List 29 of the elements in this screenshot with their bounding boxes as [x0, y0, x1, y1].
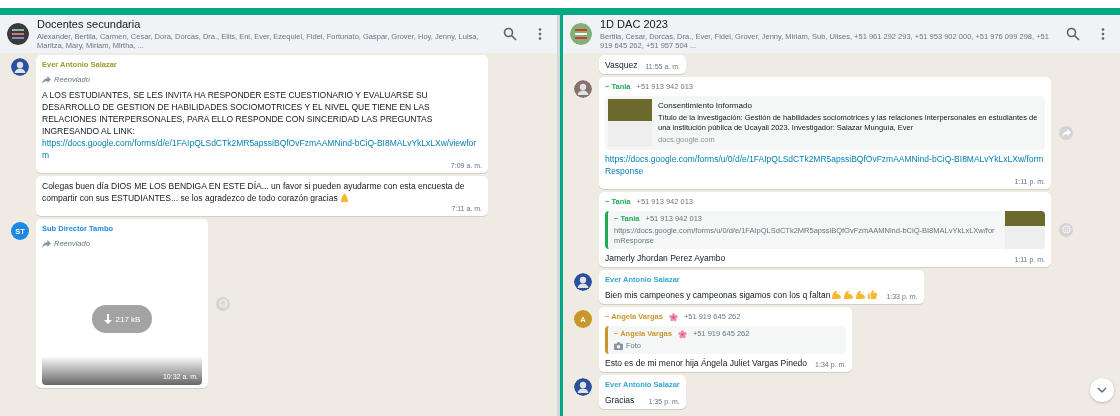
message-text: Esto es de mi menor hija Ángela Juliet Vargas Pinedo [605, 357, 808, 369]
preview-title: Consentimiento Informado [658, 101, 753, 111]
chevron-down-icon [1097, 387, 1107, 393]
praying-hands-icon [338, 192, 350, 203]
message-link[interactable]: https://docs.google.com/forms/d/e/1FAIpQLSdCTk2MR5apssiBQfOvFzmAAMNind-bCiQ-BI8MALvYkLxLXw/viewform [42, 137, 482, 161]
link-preview[interactable] [605, 96, 1045, 150]
thumbs-up-icon [867, 289, 879, 300]
download-icon [103, 314, 112, 324]
message-text: Colegas buen día DIOS ME LOS BENDIGA EN ESTE DÍA... un favor si pueden ayudarme con esta encuesta de compartir con sus ESTUDIANTES... se los agradezco de todo corazón gracias [42, 180, 466, 204]
group-avatar[interactable] [7, 23, 29, 45]
forwarded-icon [42, 76, 51, 84]
message-text: Bien mis campeones y campeonas sigamos con los q faltan [605, 289, 879, 301]
chat-title[interactable]: Docentes secundaria [37, 18, 487, 30]
message-text: Gracias [605, 394, 635, 406]
download-button[interactable]: 217 kB [91, 305, 153, 333]
camera-icon [614, 342, 623, 350]
photo-placeholder [608, 99, 652, 147]
message-link[interactable]: https://docs.google.com/forms/u/0/d/e/1FAIpQLSdCTk2MR5apssiBQfOvFzmAAMNind-bCiQ-BI8MALvYkLxLXw/formResponse [605, 153, 1045, 177]
flexed-arm-icon [855, 289, 867, 300]
message-text: A LOS ESTUDIANTES, SE LES INVITA HA RESPONDER ESTE CUESTIONARIO Y EVALUARSE SU DESARROLLO DE GESTION DE HABILIDADES SOCIOMOTRICES Y EL NIVEL QUE TIENE EN LAS RELACIONES INTERPERSONALES, PARA ELLO RESPONDE CON SINCERIDAD LAS PREGUNTAS INGRESANDO AL LINK: [42, 89, 434, 137]
message-text: Jamerly Jhordan Perez Ayambo [605, 252, 726, 264]
forwarded-icon [42, 240, 51, 248]
chat-title[interactable]: 1D DAC 2023 [600, 18, 1050, 30]
flexed-arm-icon [843, 289, 855, 300]
message-text: Vasquez [605, 59, 638, 71]
search-icon[interactable] [503, 27, 517, 41]
search-icon[interactable] [1066, 27, 1080, 41]
flexed-arm-icon [831, 289, 843, 300]
group-avatar[interactable] [570, 23, 592, 45]
